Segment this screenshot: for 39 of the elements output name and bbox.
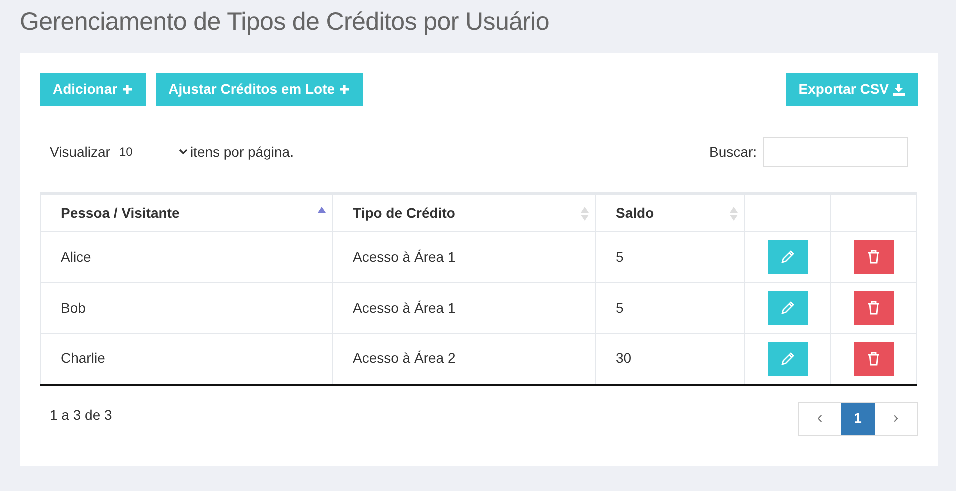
table-cell: 5 — [596, 282, 744, 334]
page-size-label: Visualizar — [50, 142, 110, 162]
chevron-down-icon — [179, 149, 188, 155]
table-cell: 5 — [596, 232, 744, 282]
next-page-button[interactable]: › — [875, 402, 917, 434]
download-icon — [893, 84, 905, 96]
plus-icon — [339, 84, 350, 95]
trash-icon — [868, 301, 880, 315]
table-cell: Bob — [40, 282, 332, 334]
table-cell: Charlie — [40, 334, 332, 384]
trash-icon — [868, 352, 880, 366]
pencil-icon — [780, 352, 794, 366]
edit-button[interactable] — [768, 291, 808, 325]
page-title: Gerenciamento de Tipos de Créditos por Usuário — [20, 7, 551, 38]
search-field[interactable] — [763, 137, 908, 167]
table-cell: Acesso à Área 1 — [332, 282, 596, 334]
column-header[interactable]: Pessoa / Visitante — [40, 194, 332, 232]
table-cell: Alice — [40, 232, 332, 282]
delete-button[interactable] — [854, 291, 894, 325]
pencil-icon — [780, 250, 794, 264]
column-header[interactable]: Saldo — [596, 194, 744, 232]
table-cell: Acesso à Área 1 — [332, 232, 596, 282]
edit-button[interactable] — [768, 240, 808, 274]
column-header[interactable]: Tipo de Crédito — [332, 194, 596, 232]
sort-icon — [730, 207, 738, 221]
page-button[interactable]: 1 — [841, 402, 875, 434]
delete-button[interactable] — [854, 240, 894, 274]
delete-button[interactable] — [854, 342, 894, 376]
sort-arrow-icon — [318, 207, 326, 213]
pencil-icon — [780, 301, 794, 315]
page-size-label: itens por página. — [190, 142, 294, 162]
sort-icon — [581, 207, 589, 221]
previous-page-button[interactable]: ‹ — [799, 402, 841, 434]
page-size-select[interactable]: 10 — [118, 140, 188, 164]
results-summary: 1 a 3 de 3 — [50, 406, 112, 424]
edit-button[interactable] — [768, 342, 808, 376]
search-label: Buscar: — [710, 142, 757, 162]
trash-icon — [868, 250, 880, 264]
plus-icon — [122, 84, 133, 95]
